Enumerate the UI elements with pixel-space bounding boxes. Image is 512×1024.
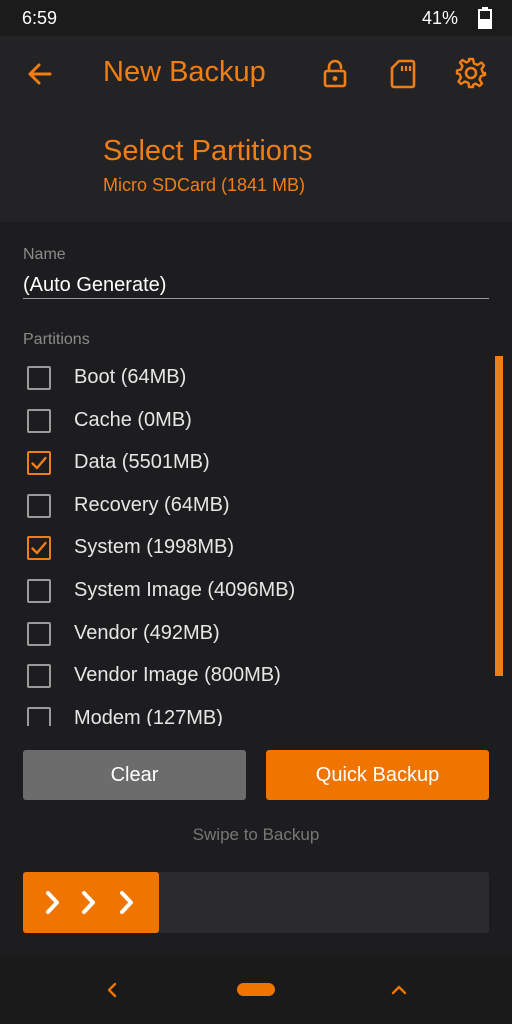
checkbox-unchecked[interactable] <box>27 664 51 689</box>
partitions-label: Partitions <box>23 331 90 348</box>
chevrons-right-icon <box>46 891 133 914</box>
partition-label: Cache (0MB) <box>74 408 192 431</box>
checkbox-unchecked[interactable] <box>27 621 51 646</box>
partition-row-modem[interactable]: Modem (127MB) <box>0 699 512 726</box>
clear-button[interactable]: Clear <box>23 750 246 800</box>
partition-row-vendor-image[interactable]: Vendor Image (800MB) <box>0 656 512 698</box>
checkmark-icon <box>31 542 47 555</box>
gear-icon[interactable] <box>454 56 488 90</box>
checkbox-unchecked[interactable] <box>27 366 51 390</box>
checkbox-unchecked[interactable] <box>27 408 51 433</box>
name-input[interactable]: (Auto Generate) <box>23 274 166 297</box>
navigation-bar <box>0 955 512 1024</box>
sd-card-icon[interactable] <box>386 56 420 90</box>
name-label: Name <box>23 246 66 263</box>
partition-list-scrollbar[interactable] <box>495 356 503 676</box>
name-input-underline <box>23 298 489 299</box>
partition-label: Boot (64MB) <box>74 366 187 388</box>
swipe-handle[interactable] <box>23 872 159 933</box>
nav-back-icon[interactable] <box>102 980 122 1000</box>
checkbox-unchecked[interactable] <box>27 579 51 603</box>
nav-up-icon[interactable] <box>389 980 409 1000</box>
battery-icon <box>478 7 492 29</box>
partition-row-boot[interactable]: Boot (64MB) <box>0 358 512 400</box>
checkbox-unchecked[interactable] <box>27 493 51 518</box>
partition-row-system[interactable]: System (1998MB) <box>0 528 512 570</box>
back-arrow-icon[interactable] <box>24 58 56 90</box>
swipe-label: Swipe to Backup <box>192 825 320 844</box>
checkbox-checked[interactable] <box>27 536 51 561</box>
status-time: 6:59 <box>22 8 58 28</box>
partition-list[interactable]: Boot (64MB) Cache (0MB) Data (5501MB) Re… <box>0 356 512 726</box>
partition-row-recovery[interactable]: Recovery (64MB) <box>0 486 512 528</box>
checkbox-checked[interactable] <box>27 451 51 476</box>
storage-label: Micro SDCard (1841 MB) <box>103 175 306 195</box>
battery-percentage: 41% <box>421 8 458 28</box>
partition-label: System Image (4096MB) <box>74 579 296 601</box>
partition-label: Modem (127MB) <box>74 706 223 726</box>
checkmark-icon <box>31 456 47 470</box>
partition-label: Vendor (492MB) <box>74 621 220 644</box>
partition-row-data[interactable]: Data (5501MB) <box>0 443 512 485</box>
app-title: New Backup <box>103 56 266 88</box>
partition-label: Vendor Image (800MB) <box>74 664 281 687</box>
partition-row-system-image[interactable]: System Image (4096MB) <box>0 571 512 613</box>
quick-backup-button[interactable]: Quick Backup <box>266 750 489 800</box>
lock-icon[interactable] <box>318 56 352 90</box>
partition-row-vendor[interactable]: Vendor (492MB) <box>0 614 512 656</box>
screen-title: Select Partitions <box>103 135 313 167</box>
status-bar: 6:59 41% <box>0 0 512 36</box>
checkbox-unchecked[interactable] <box>27 706 51 726</box>
partition-row-cache[interactable]: Cache (0MB) <box>0 401 512 443</box>
app-header: New Backup Select Partitions Micro SDCar… <box>0 36 512 222</box>
nav-home-button[interactable] <box>237 983 275 996</box>
partition-label: Data (5501MB) <box>74 451 210 474</box>
partition-label: System (1998MB) <box>74 536 235 559</box>
partition-label: Recovery (64MB) <box>74 493 230 516</box>
